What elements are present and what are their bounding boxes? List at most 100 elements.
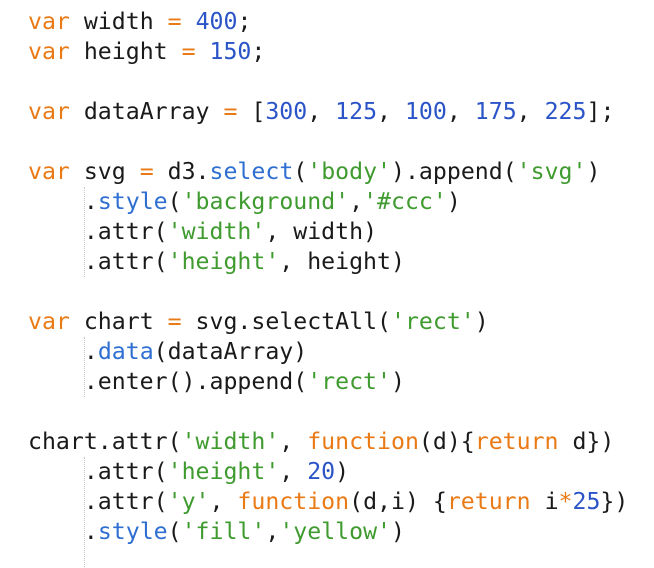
code-token-plain: , [446, 98, 475, 125]
code-token-str: 'body' [307, 158, 392, 185]
code-line: var height = 150; [28, 37, 644, 67]
code-token-plain: (d,i) { [349, 488, 447, 515]
code-token-num: 400 [195, 8, 238, 35]
code-token-kw: return [446, 488, 531, 515]
code-line: .attr('y', function(d,i) {return i*25}) [28, 487, 644, 517]
code-text[interactable]: var width = 400; var height = 150; var da… [28, 7, 644, 547]
code-line: var chart = svg.selectAll('rect') [28, 307, 644, 337]
code-token-plain: . [28, 188, 98, 215]
code-token-plain: . [28, 518, 98, 545]
code-token-plain: ( [293, 158, 308, 185]
code-token-fn: select [209, 158, 294, 185]
code-token-kw: var [28, 98, 70, 125]
code-line: var svg = d3.select('body').append('svg'… [28, 157, 644, 187]
code-token-str: 'rect' [307, 368, 391, 395]
code-line: .attr('width', width) [28, 217, 644, 247]
code-token-plain: ]; [586, 98, 615, 125]
code-token-plain: .attr( [28, 488, 168, 515]
code-token-kw: var [28, 308, 70, 335]
code-token-plain: , width) [265, 218, 378, 245]
code-editor[interactable]: var width = 400; var height = 150; var da… [0, 0, 654, 568]
code-token-plain: width [69, 8, 168, 35]
code-token-fn: style [97, 188, 168, 215]
code-token-str: 'height' [167, 458, 280, 485]
code-token-plain: ) [446, 188, 461, 215]
code-token-plain: d}) [558, 428, 615, 455]
code-token-str: 'yellow' [279, 518, 392, 545]
code-token-op: = [167, 8, 182, 35]
code-token-plain: }) [600, 488, 629, 515]
code-token-kw: var [28, 8, 70, 35]
code-token-num: 300 [265, 98, 308, 125]
code-token-op: = [181, 38, 196, 65]
code-token-plain: d3. [153, 158, 210, 185]
code-token-plain: (dataArray) [153, 338, 308, 365]
code-token-op: = [167, 308, 182, 335]
code-line: .attr('height', 20) [28, 457, 644, 487]
code-token-kw: var [28, 158, 70, 185]
code-token-plain: svg [69, 158, 140, 185]
code-token-plain: , [279, 428, 308, 455]
code-token-plain: , [209, 488, 238, 515]
code-token-plain: (d){ [418, 428, 475, 455]
code-token-kw: function [307, 428, 419, 455]
code-token-plain: . [28, 338, 98, 365]
code-token-plain: , [516, 98, 545, 125]
code-token-op: * [558, 488, 573, 515]
code-token-plain: height [69, 38, 182, 65]
code-token-plain: [ [237, 98, 266, 125]
code-token-plain: , height) [279, 248, 405, 275]
code-token-num: 125 [335, 98, 378, 125]
code-token-plain: ( [167, 188, 182, 215]
code-token-plain: chart.attr( [28, 428, 182, 455]
code-token-plain: , [349, 188, 364, 215]
code-line: var dataArray = [300, 125, 100, 175, 225… [28, 97, 644, 127]
code-token-kw: return [474, 428, 559, 455]
code-token-kw: var [28, 38, 70, 65]
code-token-plain: , [265, 518, 280, 545]
code-token-str: 'width' [167, 218, 266, 245]
code-token-plain: , [377, 98, 405, 125]
code-token-str: '#ccc' [363, 188, 447, 215]
code-token-plain: ) [586, 158, 601, 185]
code-token-plain: ) [474, 308, 489, 335]
code-token-op: = [139, 158, 154, 185]
code-token-plain: ) [335, 458, 350, 485]
code-token-str: 'rect' [391, 308, 475, 335]
code-token-plain: .enter().append( [28, 368, 308, 395]
code-token-num: 20 [307, 458, 336, 485]
code-token-num: 100 [404, 98, 447, 125]
code-line: var width = 400; [28, 7, 644, 37]
code-token-plain: ).append( [391, 158, 517, 185]
code-token-plain: .attr( [28, 218, 168, 245]
code-token-num: 175 [474, 98, 517, 125]
code-token-plain: ; [251, 38, 266, 65]
code-token-str: 'width' [181, 428, 280, 455]
code-token-kw: function [237, 488, 350, 515]
code-line: .data(dataArray) [28, 337, 644, 367]
code-token-str: 'y' [167, 488, 210, 515]
code-token-fn: data [97, 338, 154, 365]
code-token-plain: chart [69, 308, 168, 335]
code-token-fn: style [97, 518, 168, 545]
code-token-plain: .attr( [28, 458, 168, 485]
code-token-plain: i [530, 488, 559, 515]
code-line: .enter().append('rect') [28, 367, 644, 397]
code-token-plain: ; [237, 8, 252, 35]
code-token-str: 'fill' [181, 518, 266, 545]
code-token-plain: dataArray [69, 98, 224, 125]
code-token-num: 25 [572, 488, 601, 515]
code-line: .style('background','#ccc') [28, 187, 644, 217]
code-token-plain: , [307, 98, 336, 125]
code-token-plain: ( [167, 518, 182, 545]
code-token-plain: , [279, 458, 308, 485]
code-token-str: 'height' [167, 248, 280, 275]
code-token-plain: ) [390, 368, 405, 395]
code-token-plain: ) [391, 518, 405, 545]
code-token-str: 'svg' [516, 158, 587, 185]
